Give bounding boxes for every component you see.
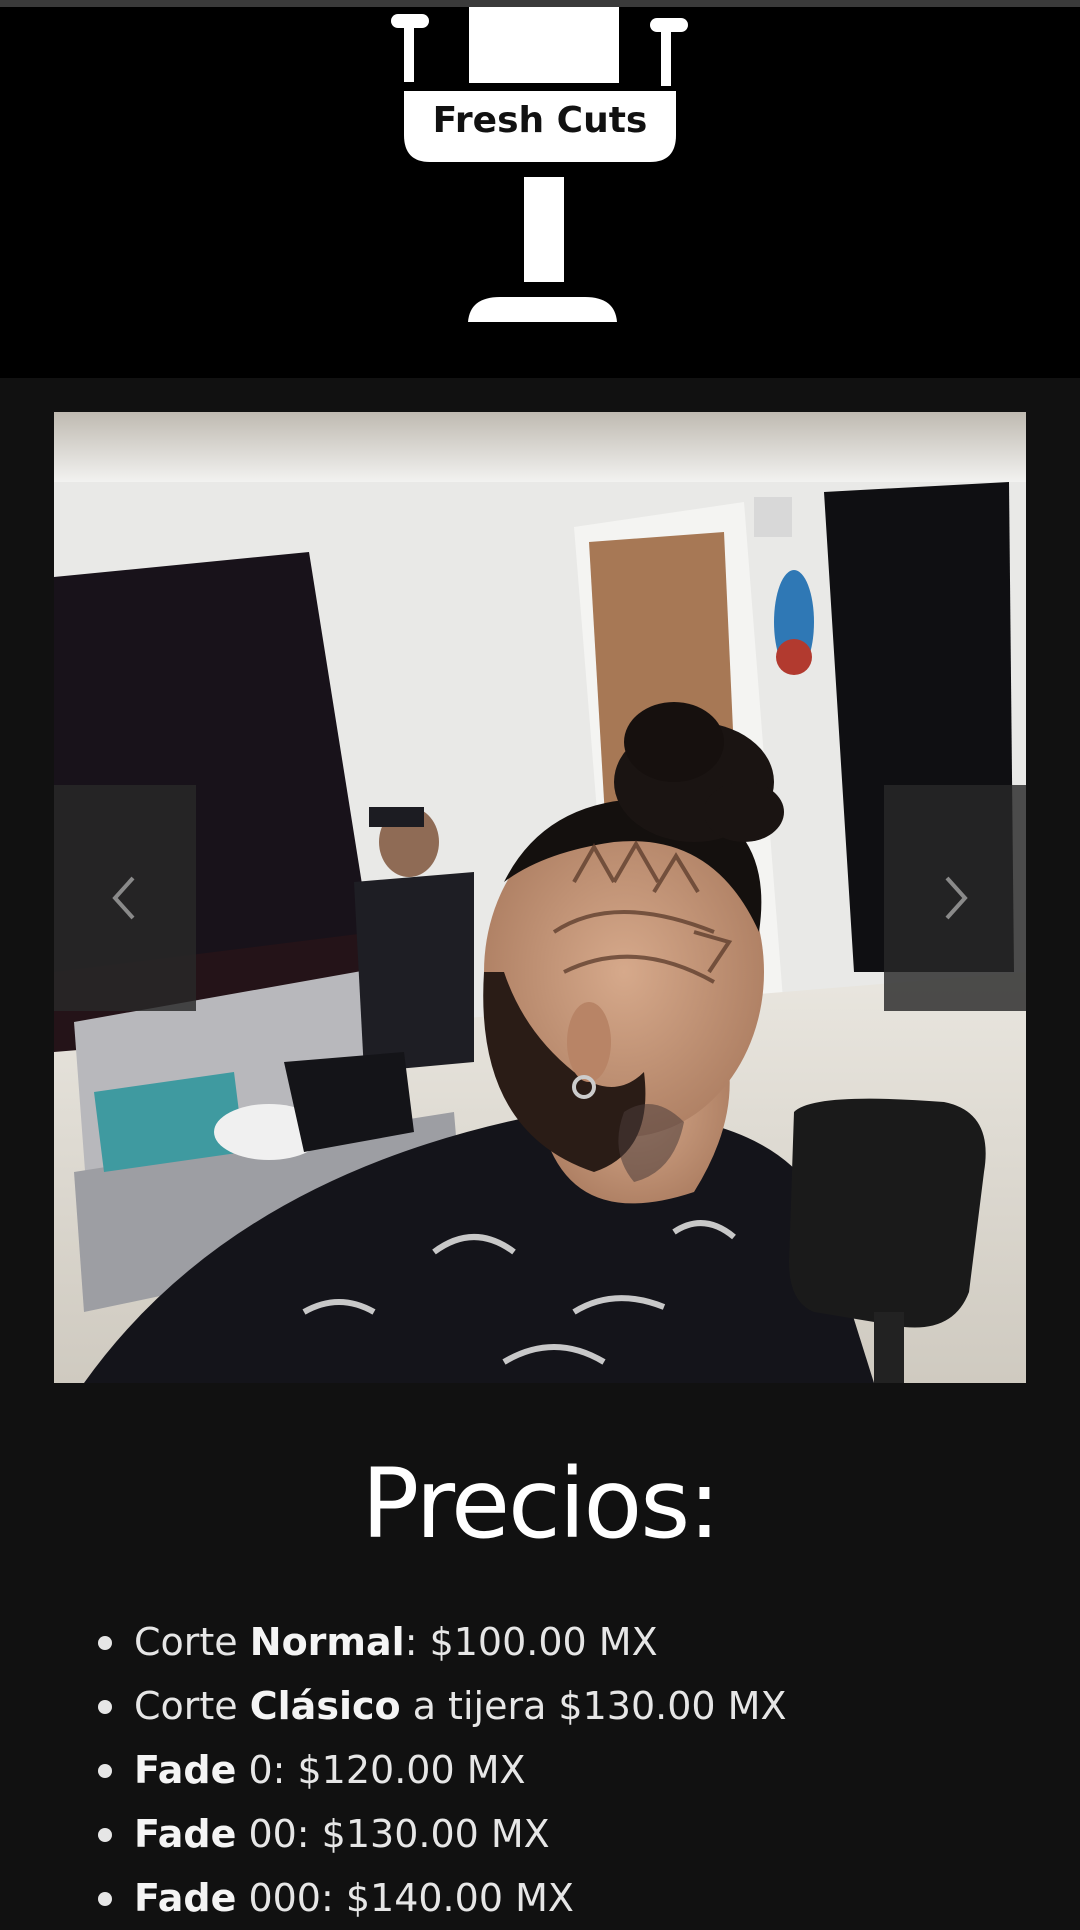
prices-heading: Precios:	[361, 1448, 720, 1560]
carousel-prev-button[interactable]	[54, 785, 196, 1011]
fresh-cuts-logo[interactable]: Fresh Cuts	[390, 7, 690, 327]
carousel-next-button[interactable]	[884, 785, 1026, 1011]
chevron-right-icon	[945, 876, 968, 920]
chevron-left-icon	[112, 876, 135, 920]
price-list: Corte Normal: $100.00 MX Corte Clásico a…	[98, 1610, 786, 1930]
barber-chair-icon	[391, 7, 688, 322]
carousel-image	[54, 412, 1026, 1383]
price-item: Fade 00: $130.00 MX	[98, 1802, 786, 1866]
price-item: Fade 000: $140.00 MX	[98, 1866, 786, 1930]
price-item: Corte Normal: $100.00 MX	[98, 1610, 786, 1674]
status-strip	[0, 0, 1080, 7]
price-item: Fade 0: $120.00 MX	[98, 1738, 786, 1802]
logo-text: Fresh Cuts	[433, 100, 648, 141]
price-item: Corte Clásico a tijera $130.00 MX	[98, 1674, 786, 1738]
image-carousel[interactable]	[54, 412, 1026, 1383]
